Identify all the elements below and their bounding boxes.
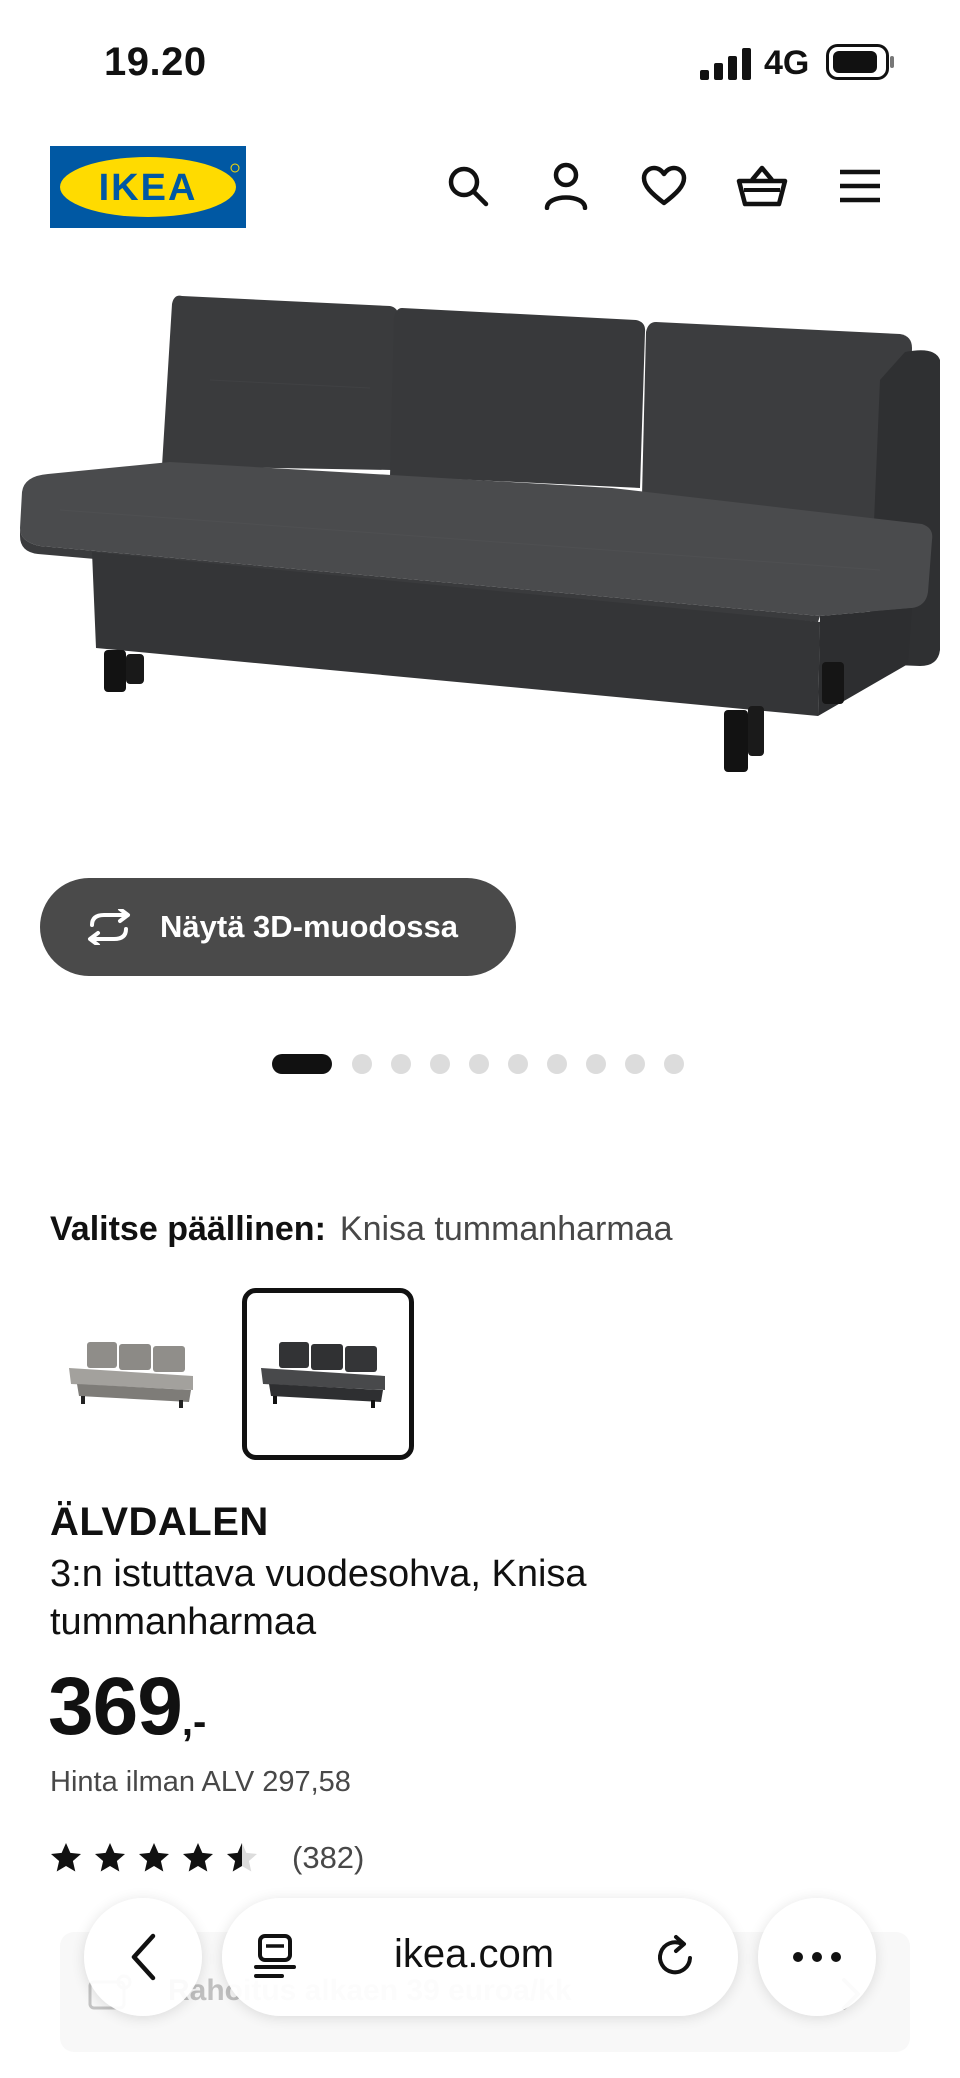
cart-icon bbox=[736, 165, 788, 207]
carousel-dot[interactable] bbox=[625, 1054, 645, 1074]
carousel-dot[interactable] bbox=[586, 1054, 606, 1074]
reader-icon[interactable] bbox=[254, 1934, 296, 1980]
carousel-dot[interactable] bbox=[547, 1054, 567, 1074]
carousel-dot-active[interactable] bbox=[272, 1054, 332, 1074]
page: 19.20 4G IKEA Näytä 3D-muodossa Valitse … bbox=[0, 0, 960, 2078]
swatch-light-grey[interactable] bbox=[50, 1288, 222, 1460]
carousel-dot[interactable] bbox=[391, 1054, 411, 1074]
reload-icon[interactable] bbox=[652, 1934, 698, 1980]
more-icon bbox=[793, 1952, 841, 1962]
sofa-thumbnail-dark bbox=[261, 1342, 385, 1408]
heart-icon bbox=[641, 165, 687, 206]
price-suffix: ,- bbox=[181, 1700, 207, 1744]
product-description: 3:n istuttava vuodesohva, Knisa tummanha… bbox=[50, 1553, 587, 1643]
ikea-logo[interactable]: IKEA bbox=[50, 146, 246, 228]
variant-selected-value: Knisa tummanharmaa bbox=[339, 1210, 673, 1248]
svg-text:IKEA: IKEA bbox=[99, 167, 198, 209]
account-icon bbox=[544, 162, 588, 210]
browser-back-button[interactable] bbox=[84, 1898, 202, 2016]
carousel-dots bbox=[272, 1054, 703, 1074]
product-name: ÄLVDALEN bbox=[50, 1500, 269, 1544]
signal-icon bbox=[700, 48, 751, 80]
swatch-dark-grey[interactable] bbox=[242, 1288, 414, 1460]
menu-icon bbox=[840, 169, 880, 203]
favourites-button[interactable] bbox=[636, 158, 692, 214]
rotate-3d-icon bbox=[88, 909, 130, 945]
view-3d-label: Näytä 3D-muodossa bbox=[160, 909, 459, 944]
browser-more-button[interactable] bbox=[758, 1898, 876, 2016]
browser-toolbar: ikea.com bbox=[0, 1868, 960, 2078]
search-icon bbox=[448, 166, 489, 207]
menu-button[interactable] bbox=[832, 158, 888, 214]
carousel-dot[interactable] bbox=[664, 1054, 684, 1074]
price-integer: 369 bbox=[48, 1661, 183, 1752]
site-header: IKEA bbox=[0, 140, 960, 240]
variant-label-key: Valitse päällinen: bbox=[50, 1210, 326, 1248]
view-3d-button[interactable]: Näytä 3D-muodossa bbox=[40, 878, 516, 976]
carousel-dot[interactable] bbox=[508, 1054, 528, 1074]
account-button[interactable] bbox=[538, 158, 594, 214]
product-image[interactable] bbox=[0, 270, 960, 870]
status-time: 19.20 bbox=[104, 40, 207, 84]
search-button[interactable] bbox=[440, 158, 496, 214]
variant-selector-label: Valitse päällinen: Knisa tummanharmaa bbox=[50, 1210, 673, 1249]
carousel-dot[interactable] bbox=[430, 1054, 450, 1074]
cart-button[interactable] bbox=[734, 158, 790, 214]
browser-domain: ikea.com bbox=[394, 1932, 555, 1976]
sofa-thumbnail-light bbox=[69, 1342, 193, 1408]
browser-address-bar[interactable]: ikea.com bbox=[222, 1898, 738, 2016]
back-icon bbox=[131, 1933, 156, 1981]
product-price: 369 ,- bbox=[48, 1664, 206, 1750]
battery-icon bbox=[826, 44, 894, 80]
carousel-dot[interactable] bbox=[352, 1054, 372, 1074]
carousel-dot[interactable] bbox=[469, 1054, 489, 1074]
price-without-vat: Hinta ilman ALV 297,58 bbox=[50, 1766, 351, 1798]
status-bar: 19.20 4G bbox=[0, 0, 960, 120]
network-label: 4G bbox=[764, 44, 810, 82]
